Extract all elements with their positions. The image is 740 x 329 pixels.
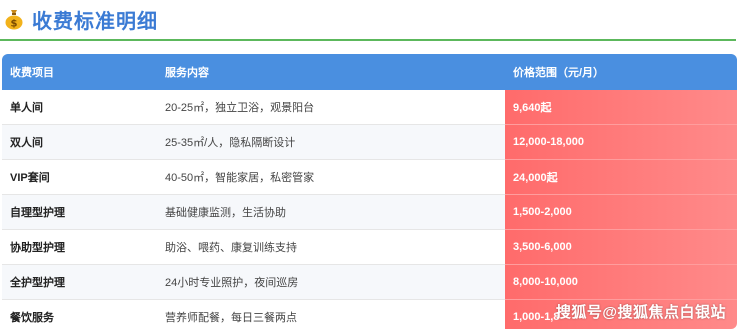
fee-item-cell: 自理型护理 [2, 194, 157, 230]
svg-text:$: $ [11, 19, 18, 30]
service-cell: 营养师配餐，每日三餐两点 [157, 299, 505, 329]
price-cell: 12,000-18,000 [505, 124, 737, 160]
service-cell: 25-35㎡/人，隐私隔断设计 [157, 124, 505, 160]
column-header-service: 服务内容 [157, 54, 505, 90]
fee-item-cell: 协助型护理 [2, 229, 157, 265]
fee-item-cell: 全护型护理 [2, 264, 157, 300]
fee-item-cell: 餐饮服务 [2, 299, 157, 329]
table-row: VIP套间 40-50㎡，智能家居，私密管家 24,000起 [2, 159, 737, 195]
money-bag-icon: $ [4, 8, 24, 30]
fee-item-cell: 双人间 [2, 124, 157, 160]
header-divider [0, 39, 736, 41]
price-cell: 8,000-10,000 [505, 264, 737, 300]
table-row: 自理型护理 基础健康监测，生活协助 1,500-2,000 [2, 194, 737, 230]
watermark: 搜狐号@搜狐焦点白银站 [555, 304, 726, 321]
page-header: $ 收费标准明细 [4, 4, 158, 34]
column-header-price: 价格范围（元/月） [505, 54, 737, 90]
page-title: 收费标准明细 [32, 10, 158, 33]
table-header-row: 收费项目 服务内容 价格范围（元/月） [2, 54, 737, 90]
service-cell: 20-25㎡，独立卫浴，观景阳台 [157, 90, 505, 125]
table-row: 双人间 25-35㎡/人，隐私隔断设计 12,000-18,000 [2, 124, 737, 160]
table-row: 协助型护理 助浴、喂药、康复训练支持 3,500-6,000 [2, 229, 737, 265]
service-cell: 助浴、喂药、康复训练支持 [157, 229, 505, 265]
price-cell: 3,500-6,000 [505, 229, 737, 265]
table-row: 单人间 20-25㎡，独立卫浴，观景阳台 9,640起 [2, 90, 737, 125]
fee-table: 收费项目 服务内容 价格范围（元/月） 单人间 20-25㎡，独立卫浴，观景阳台… [2, 54, 737, 329]
fee-item-cell: VIP套间 [2, 159, 157, 195]
service-cell: 40-50㎡，智能家居，私密管家 [157, 159, 505, 195]
price-cell: 24,000起 [505, 159, 737, 195]
table-row: 全护型护理 24小时专业照护，夜间巡房 8,000-10,000 [2, 264, 737, 300]
fee-table-container: 收费项目 服务内容 价格范围（元/月） 单人间 20-25㎡，独立卫浴，观景阳台… [2, 54, 737, 329]
fee-item-cell: 单人间 [2, 90, 157, 125]
service-cell: 24小时专业照护，夜间巡房 [157, 264, 505, 300]
service-cell: 基础健康监测，生活协助 [157, 194, 505, 230]
price-cell: 9,640起 [505, 90, 737, 125]
column-header-item: 收费项目 [2, 54, 157, 90]
price-cell: 1,500-2,000 [505, 194, 737, 230]
